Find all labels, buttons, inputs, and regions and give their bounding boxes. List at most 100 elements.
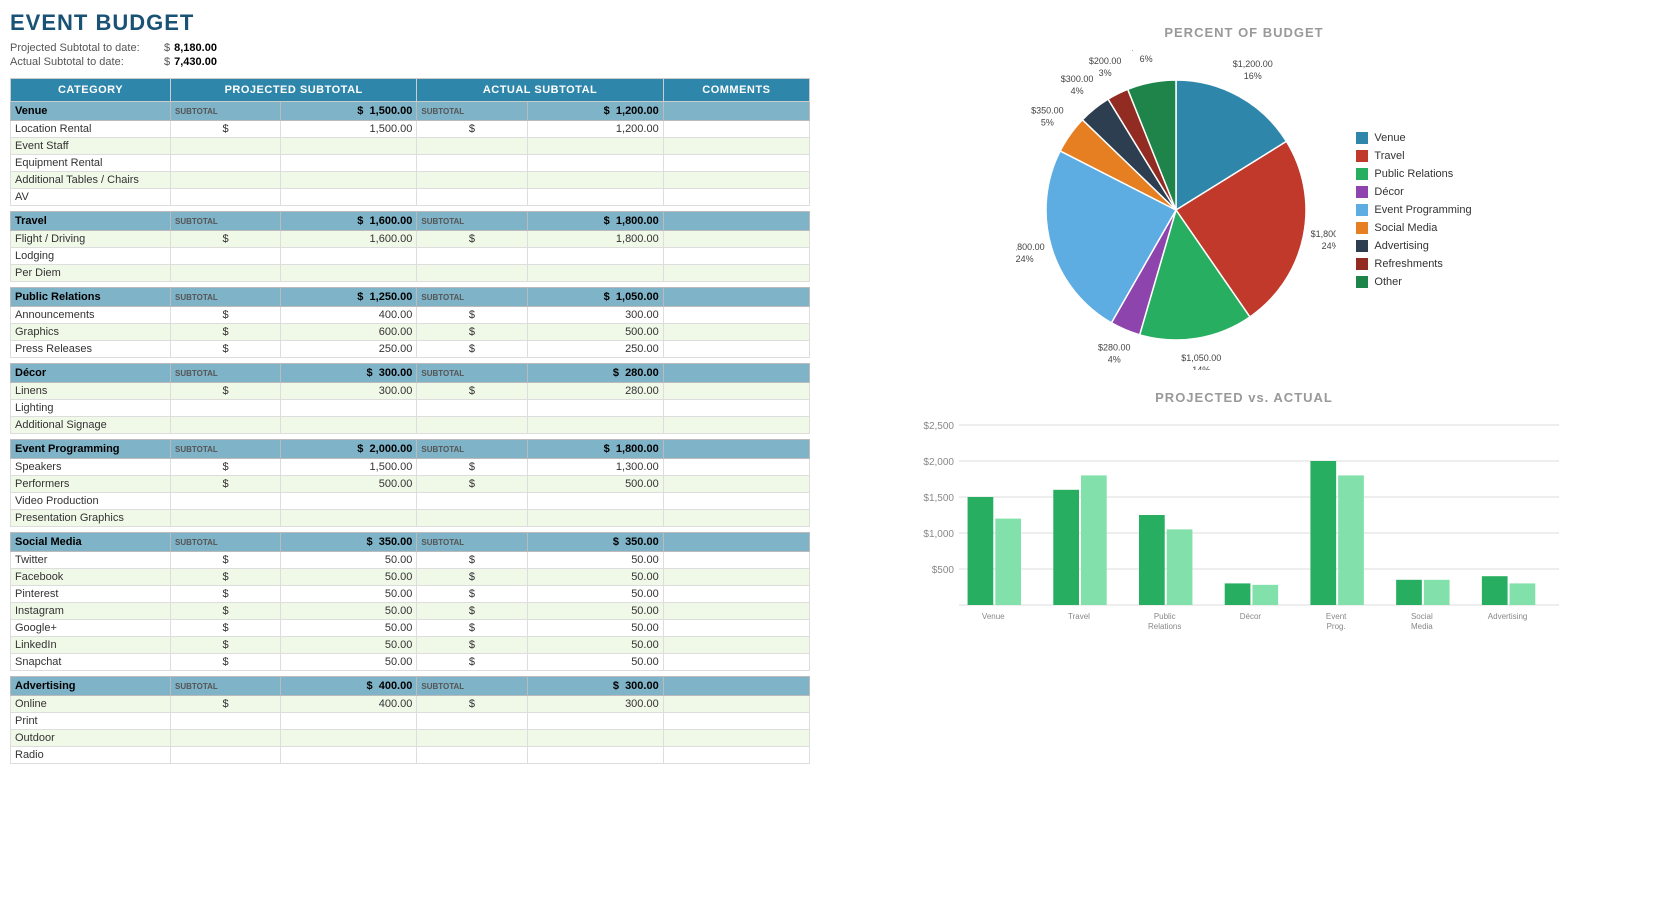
item-comments — [663, 417, 809, 434]
legend-label: Other — [1374, 276, 1402, 288]
actual-amount: 1,800.00 — [527, 231, 663, 248]
subtotal-label2: SUBTOTAL — [417, 677, 527, 696]
actual-amount: 500.00 — [527, 476, 663, 493]
section-name: Travel — [11, 212, 171, 231]
subtotal-label: SUBTOTAL — [171, 102, 281, 121]
item-name: Presentation Graphics — [11, 510, 171, 527]
item-name: Lighting — [11, 400, 171, 417]
actual-dollar — [417, 730, 527, 747]
budget-table: CATEGORY PROJECTED SUBTOTAL ACTUAL SUBTO… — [10, 78, 810, 770]
item-name: Snapchat — [11, 654, 171, 671]
item-comments — [663, 654, 809, 671]
item-comments — [663, 586, 809, 603]
item-name: Performers — [11, 476, 171, 493]
item-name: Flight / Driving — [11, 231, 171, 248]
page-title: EVENT BUDGET — [10, 10, 810, 36]
proj-dollar — [171, 510, 281, 527]
proj-dollar — [171, 400, 281, 417]
item-name: Google+ — [11, 620, 171, 637]
item-name: Radio — [11, 747, 171, 764]
proj-dollar — [171, 730, 281, 747]
proj-dollar — [171, 417, 281, 434]
item-name: Pinterest — [11, 586, 171, 603]
pie-chart-title: PERCENT OF BUDGET — [830, 25, 1658, 40]
proj-dollar — [171, 713, 281, 730]
item-comments — [663, 696, 809, 713]
actual-dollar: $ — [417, 552, 527, 569]
proj-dollar: $ — [171, 324, 281, 341]
legend-label: Venue — [1374, 132, 1405, 144]
actual-dollar — [417, 400, 527, 417]
section-name: Social Media — [11, 533, 171, 552]
legend-color — [1356, 276, 1368, 288]
actual-amount — [527, 730, 663, 747]
projected-bar — [1053, 490, 1079, 605]
legend-label: Décor — [1374, 186, 1403, 198]
legend-item: Other — [1356, 276, 1471, 288]
actual-amount: 280.00 — [527, 383, 663, 400]
comments-cell — [663, 102, 809, 121]
legend-item: Social Media — [1356, 222, 1471, 234]
actual-amount — [527, 510, 663, 527]
proj-amount: 50.00 — [281, 552, 417, 569]
proj-amount: 50.00 — [281, 654, 417, 671]
comments-cell — [663, 440, 809, 459]
legend-item: Travel — [1356, 150, 1471, 162]
proj-amount: 300.00 — [281, 383, 417, 400]
proj-amount: 1,600.00 — [281, 231, 417, 248]
subtotal-label2: SUBTOTAL — [417, 440, 527, 459]
actual-header: ACTUAL SUBTOTAL — [417, 79, 663, 102]
pie-label-pct: 16% — [1244, 71, 1262, 81]
item-comments — [663, 620, 809, 637]
actual-amount — [527, 172, 663, 189]
projected-bar — [1225, 583, 1251, 605]
actual-subtotal: $ 1,050.00 — [527, 288, 663, 307]
pie-label-pct: 4% — [1071, 86, 1084, 96]
pie-chart-area: $1,200.0016%$1,800.0024%$1,050.0014%$280… — [830, 50, 1658, 370]
pie-label-pct: 24% — [1016, 254, 1034, 264]
y-axis-label: $2,500 — [923, 421, 954, 432]
proj-dollar: $ — [171, 121, 281, 138]
proj-dollar — [171, 189, 281, 206]
item-name: Equipment Rental — [11, 155, 171, 172]
x-axis-label: SocialMedia — [1411, 612, 1433, 631]
pie-label-value: $200.00 — [1089, 56, 1122, 66]
section-name: Décor — [11, 364, 171, 383]
proj-amount: 50.00 — [281, 620, 417, 637]
subtotal-label: SUBTOTAL — [171, 288, 281, 307]
actual-dollar: $ — [417, 121, 527, 138]
actual-amount — [527, 713, 663, 730]
proj-amount — [281, 747, 417, 764]
actual-dollar: $ — [417, 654, 527, 671]
item-name: AV — [11, 189, 171, 206]
item-name: Additional Signage — [11, 417, 171, 434]
actual-amount: 1,200.00 — [527, 121, 663, 138]
item-name: LinkedIn — [11, 637, 171, 654]
legend-color — [1356, 168, 1368, 180]
item-comments — [663, 138, 809, 155]
item-comments — [663, 603, 809, 620]
actual-subtotal: $ 1,200.00 — [527, 102, 663, 121]
y-axis-label: $1,500 — [923, 493, 954, 504]
projected-subtotal: $ 1,250.00 — [281, 288, 417, 307]
legend-label: Social Media — [1374, 222, 1437, 234]
proj-amount — [281, 248, 417, 265]
actual-amount: 1,300.00 — [527, 459, 663, 476]
item-name: Graphics — [11, 324, 171, 341]
actual-dollar: $ — [417, 383, 527, 400]
proj-amount: 600.00 — [281, 324, 417, 341]
proj-amount — [281, 172, 417, 189]
item-comments — [663, 569, 809, 586]
comments-header: COMMENTS — [663, 79, 809, 102]
actual-dollar: $ — [417, 459, 527, 476]
proj-dollar — [171, 747, 281, 764]
item-comments — [663, 324, 809, 341]
pie-label-value: $1,800.00 — [1016, 242, 1045, 252]
comments-cell — [663, 677, 809, 696]
legend-item: Venue — [1356, 132, 1471, 144]
proj-dollar: $ — [171, 459, 281, 476]
item-comments — [663, 189, 809, 206]
pie-label-value: $1,800.00 — [1311, 229, 1336, 239]
proj-amount — [281, 189, 417, 206]
proj-amount: 50.00 — [281, 637, 417, 654]
